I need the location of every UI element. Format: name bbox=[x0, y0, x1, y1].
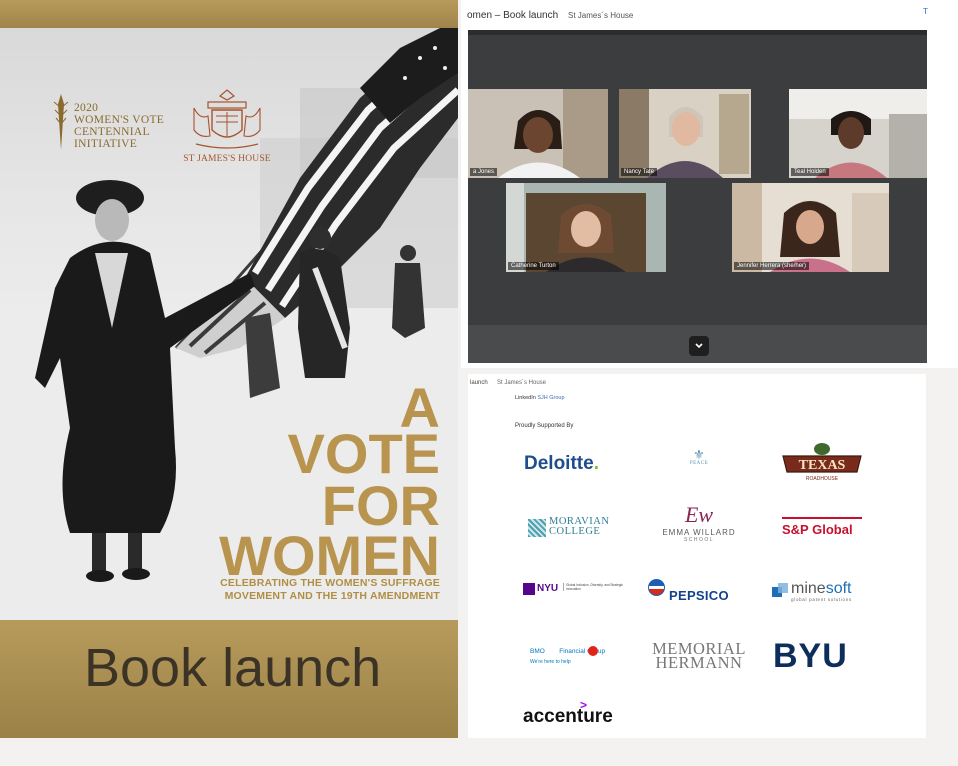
minesoft-squares-icon bbox=[772, 583, 788, 597]
participant-video bbox=[506, 183, 666, 272]
roadhouse-wordmark: ROADHOUSE bbox=[806, 476, 839, 482]
nyu-description: Global Inclusion, Diversity, and Strateg… bbox=[563, 583, 623, 591]
minesoft-part-2: soft bbox=[825, 580, 852, 597]
call-top-bar bbox=[468, 30, 927, 35]
bmo-tagline: We're here to help bbox=[530, 659, 571, 665]
nyu-wordmark: NYU bbox=[537, 583, 559, 594]
moravian-line-2: COLLEGE bbox=[549, 526, 601, 537]
minesoft-tagline: global patent solutions bbox=[791, 597, 852, 602]
sp-global-logo[interactable]: S&P Global bbox=[782, 517, 862, 537]
participant-tile[interactable]: Jennifer Herrera (she/her) bbox=[732, 183, 889, 272]
participant-name: Catherine Turton bbox=[508, 262, 559, 270]
centennial-initiative-logo: 2020 WOMEN'S VOTE CENTENNIAL INITIATIVE bbox=[50, 94, 175, 154]
accenture-arrow-icon: > bbox=[580, 698, 588, 712]
call-header: omen – Book launch St James´s House T bbox=[461, 0, 958, 30]
texas-wordmark: TEXAS bbox=[799, 458, 846, 473]
book-launch-band: Book launch bbox=[0, 620, 458, 738]
deloitte-logo[interactable]: Deloitte. bbox=[524, 453, 599, 475]
participant-video bbox=[732, 183, 889, 272]
sjh-group-link[interactable]: SJH Group bbox=[537, 395, 564, 401]
minesoft-part-1: mine bbox=[791, 580, 826, 597]
centennial-line-2: WOMEN'S VOTE bbox=[74, 114, 165, 126]
bmo-name: BMO bbox=[530, 648, 545, 655]
chevron-down-glyph bbox=[695, 343, 703, 349]
book-cover: 2020 WOMEN'S VOTE CENTENNIAL INITIATIVE … bbox=[0, 0, 458, 738]
call-video-grid: a Jones Nancy Tate Teal Holden Catherine… bbox=[468, 30, 927, 363]
peace-logo[interactable]: ⚜ PEACE bbox=[684, 448, 714, 466]
sp-global-rule bbox=[782, 517, 862, 519]
texas-roadhouse-badge: TEXAS ROADHOUSE bbox=[782, 443, 862, 482]
bmo-roundel-icon bbox=[588, 646, 598, 656]
moravian-pattern-icon bbox=[528, 519, 546, 537]
emma-monogram: Ew bbox=[684, 502, 714, 527]
call-title: omen – Book launch bbox=[467, 10, 559, 21]
cover-top-band bbox=[0, 0, 458, 28]
cover-subtitle-line-2: MOVEMENT AND THE 19TH AMENDMENT bbox=[224, 590, 440, 602]
video-call-window: omen – Book launch St James´s House T a … bbox=[461, 0, 958, 368]
centennial-line-3: CENTENNIAL bbox=[74, 126, 150, 138]
sponsors-crumb: launch bbox=[470, 380, 488, 386]
bmo-logo[interactable]: BMO Financial Group We're here to help bbox=[530, 646, 620, 668]
participant-name: Nancy Tate bbox=[621, 168, 657, 176]
sponsors-site-name: St James´s House bbox=[497, 380, 547, 386]
sponsors-heading: Proudly Supported By bbox=[515, 423, 574, 429]
crest-icon bbox=[193, 89, 261, 149]
cover-title-women: WOMEN bbox=[219, 524, 440, 587]
sjh-logo-text: ST JAMES'S HOUSE bbox=[183, 154, 271, 164]
deloitte-wordmark: Deloitte bbox=[524, 453, 594, 474]
fleur-de-lis-icon: ⚜ bbox=[693, 447, 705, 462]
texas-roadhouse-logo[interactable]: TEXAS ROADHOUSE bbox=[779, 442, 865, 484]
participant-tile[interactable]: Teal Holden bbox=[789, 89, 927, 178]
sp-global-wordmark: S&P Global bbox=[782, 522, 853, 537]
book-launch-label: Book launch bbox=[84, 638, 382, 698]
emma-willard-logo[interactable]: Ew EMMA WILLARD SCHOOL bbox=[654, 502, 744, 544]
cover-subtitle-line-1: CELEBRATING THE WOMEN'S SUFFRAGE bbox=[220, 577, 440, 589]
centennial-line-4: INITIATIVE bbox=[74, 138, 138, 150]
memorial-line-2: HERMANN bbox=[655, 653, 743, 672]
accenture-wordmark: accenture bbox=[523, 706, 613, 727]
participant-tile[interactable]: Catherine Turton bbox=[506, 183, 666, 272]
moravian-wordmark: MORAVIAN COLLEGE bbox=[549, 516, 609, 537]
deloitte-dot: . bbox=[593, 453, 599, 474]
participant-tile[interactable]: a Jones bbox=[468, 89, 608, 178]
moravian-college-logo[interactable]: MORAVIAN COLLEGE bbox=[528, 516, 623, 540]
pepsico-wordmark: PEPSICO bbox=[669, 588, 729, 603]
emma-name: EMMA WILLARD bbox=[662, 528, 736, 537]
screenshot-collage: 2020 WOMEN'S VOTE CENTENNIAL INITIATIVE … bbox=[0, 0, 958, 766]
minesoft-wordmark: minesoft bbox=[791, 580, 851, 598]
linkedin-link[interactable]: LinkedIn bbox=[515, 395, 536, 401]
chevron-down-icon[interactable] bbox=[689, 336, 709, 356]
pepsico-logo[interactable]: PEPSICO bbox=[648, 579, 748, 603]
pepsi-globe-icon bbox=[648, 579, 665, 596]
sponsors-page: launch St James´s House LinkedIn SJH Gro… bbox=[468, 374, 926, 738]
peace-wordmark: PEACE bbox=[689, 461, 709, 466]
participant-name: Teal Holden bbox=[791, 168, 829, 176]
participant-video bbox=[619, 89, 751, 178]
byu-logo[interactable]: BYU bbox=[773, 637, 848, 676]
centennial-line-1: 2020 bbox=[74, 102, 99, 114]
minesoft-logo[interactable]: minesoft global patent solutions bbox=[772, 580, 872, 604]
centennial-flame-icon bbox=[53, 94, 69, 150]
participant-name: a Jones bbox=[470, 168, 498, 176]
nyu-logo[interactable]: NYU Global Inclusion, Diversity, and Str… bbox=[523, 583, 623, 597]
call-corner-link[interactable]: T bbox=[923, 7, 928, 16]
participant-video bbox=[468, 89, 608, 178]
accenture-logo[interactable]: accenture > bbox=[523, 698, 613, 728]
participant-video bbox=[789, 89, 927, 178]
st-james-house-logo: ST JAMES'S HOUSE bbox=[183, 86, 271, 166]
cover-subtitle: CELEBRATING THE WOMEN'S SUFFRAGE MOVEMEN… bbox=[180, 577, 440, 603]
participant-tile[interactable]: Nancy Tate bbox=[619, 89, 751, 178]
memorial-hermann-logo[interactable]: MEMORIAL HERMANN bbox=[650, 640, 748, 672]
nyu-torch-icon bbox=[523, 583, 535, 595]
emma-school: SCHOOL bbox=[683, 537, 715, 543]
call-subtitle: St James´s House bbox=[568, 11, 634, 20]
participant-name: Jennifer Herrera (she/her) bbox=[734, 262, 810, 270]
social-links: LinkedIn SJH Group bbox=[515, 395, 565, 401]
bmo-group: Financial Group bbox=[559, 648, 606, 655]
